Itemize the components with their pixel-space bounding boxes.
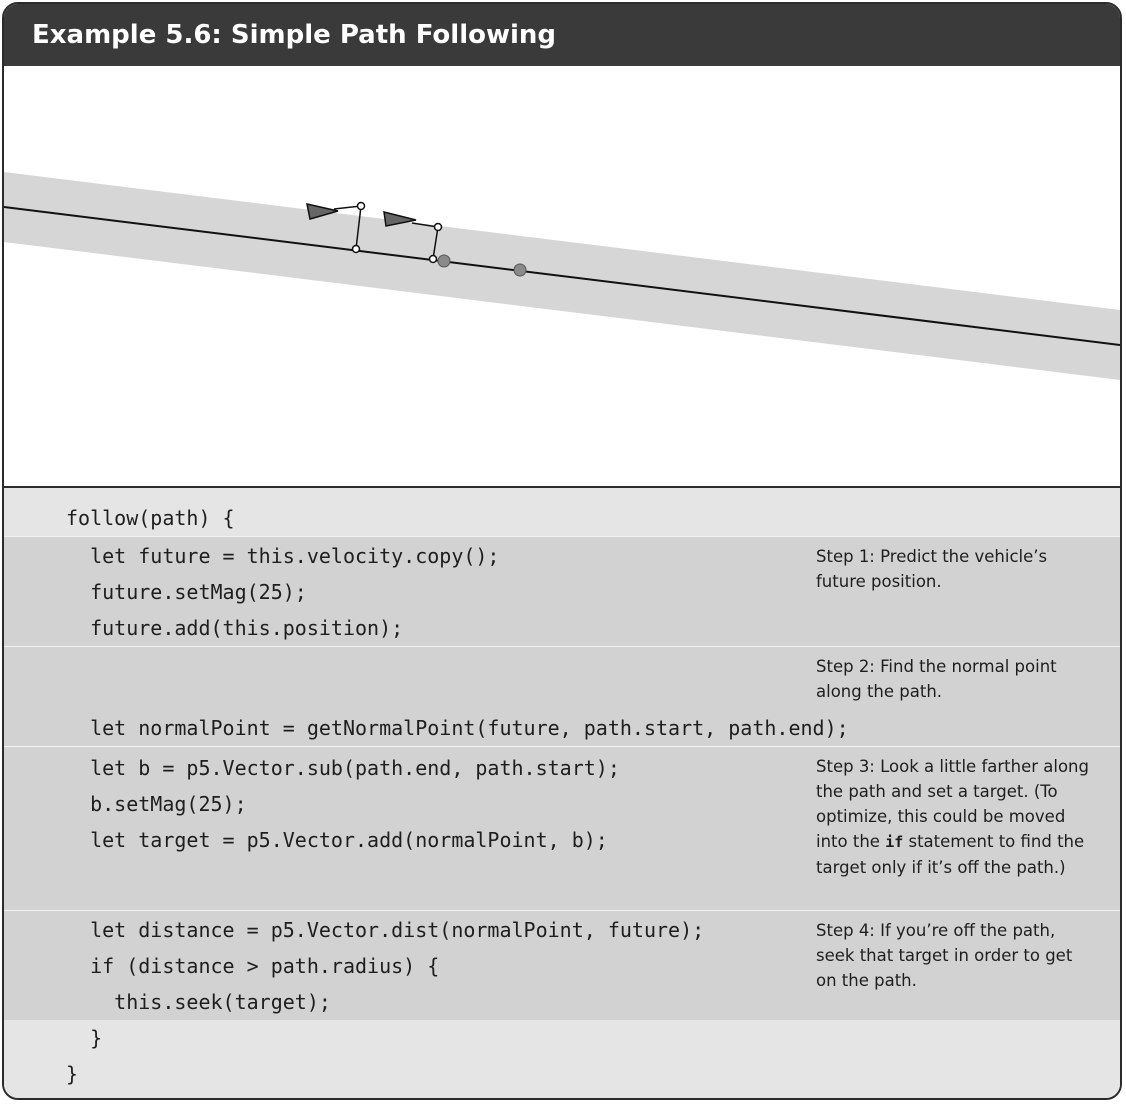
step3-note: Step 3: Look a little farther along the … <box>816 754 1096 880</box>
vehicle-2-normal-point <box>428 254 438 264</box>
target-point-2 <box>513 263 527 277</box>
vehicle-1-normal-point <box>351 244 361 254</box>
code-line: } <box>66 1062 79 1086</box>
code-line: b.setMag(25); <box>66 792 247 816</box>
step3-note-code: if <box>885 833 904 851</box>
code-line: let distance = p5.Vector.dist(normalPoin… <box>66 918 705 942</box>
code-line: let normalPoint = getNormalPoint(future,… <box>66 716 849 740</box>
vehicle-1-future-point <box>356 201 366 211</box>
path-line <box>4 206 1120 346</box>
example-frame: Example 5.6: Simple Path Following follo… <box>2 2 1122 1100</box>
sketch-canvas <box>4 66 1120 488</box>
code-line: } <box>66 1026 103 1050</box>
code-line: follow(path) { <box>66 506 235 530</box>
code-line: let target = p5.Vector.add(normalPoint, … <box>66 828 608 852</box>
step4-note: Step 4: If you’re off the path, seek tha… <box>816 921 1073 990</box>
code-line: if (distance > path.radius) { <box>66 954 440 978</box>
code-line: let b = p5.Vector.sub(path.end, path.sta… <box>66 756 620 780</box>
step2-note: Step 2: Find the normal point along the … <box>816 657 1057 701</box>
code-line: let future = this.velocity.copy(); <box>66 544 500 568</box>
code-line: future.setMag(25); <box>66 580 307 604</box>
vehicle-2-future-point <box>433 222 443 232</box>
code-panel: follow(path) { let future = this.velocit… <box>4 488 1120 1098</box>
code-line: this.seek(target); <box>66 990 331 1014</box>
target-point-1 <box>437 254 451 268</box>
step1-note: Step 1: Predict the vehicle’s future pos… <box>816 547 1048 591</box>
example-title: Example 5.6: Simple Path Following <box>4 4 1120 66</box>
code-line: future.add(this.position); <box>66 616 404 640</box>
